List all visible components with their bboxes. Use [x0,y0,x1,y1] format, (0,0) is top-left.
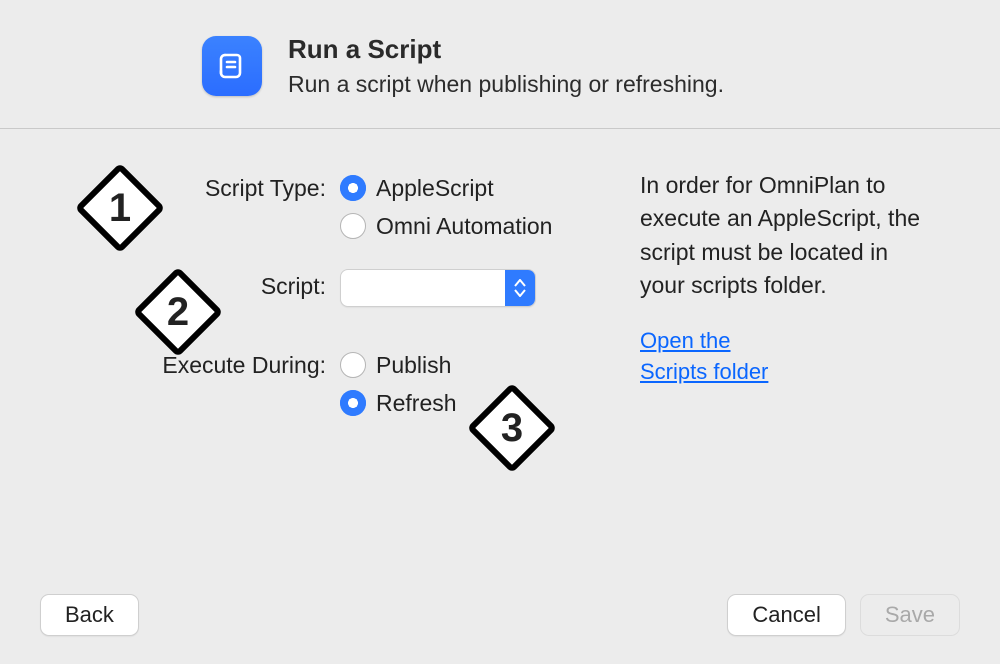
link-line-2: Scripts folder [640,359,768,384]
radio-omni-automation[interactable]: Omni Automation [340,207,600,245]
save-button[interactable]: Save [860,594,960,636]
radio-refresh[interactable]: Refresh [340,384,600,422]
radio-omni-automation-label: Omni Automation [376,213,552,240]
annotation-badge-1: 1 [88,176,152,240]
help-text: In order for OmniPlan to execute an Appl… [640,169,930,302]
script-app-icon [202,36,262,96]
execute-during-label: Execute During: [40,346,340,379]
radio-icon [340,390,366,416]
script-select[interactable] [340,269,536,307]
select-stepper-icon [505,270,535,306]
radio-icon [340,352,366,378]
radio-applescript-label: AppleScript [376,175,494,202]
script-row: Script: [40,267,600,312]
annotation-badge-2: 2 [146,280,210,344]
radio-publish-label: Publish [376,352,451,379]
annotation-badge-3: 3 [480,396,544,460]
radio-icon [340,213,366,239]
dialog-title: Run a Script [288,34,724,65]
script-select-value [341,270,505,306]
open-scripts-folder-link[interactable]: Open the Scripts folder [640,326,768,388]
dialog-subtitle: Run a script when publishing or refreshi… [288,71,724,98]
cancel-button[interactable]: Cancel [727,594,845,636]
back-button[interactable]: Back [40,594,139,636]
link-line-1: Open the [640,328,731,353]
radio-applescript[interactable]: AppleScript [340,169,600,207]
script-icon [214,48,250,84]
radio-icon [340,175,366,201]
radio-publish[interactable]: Publish [340,346,600,384]
radio-refresh-label: Refresh [376,390,457,417]
